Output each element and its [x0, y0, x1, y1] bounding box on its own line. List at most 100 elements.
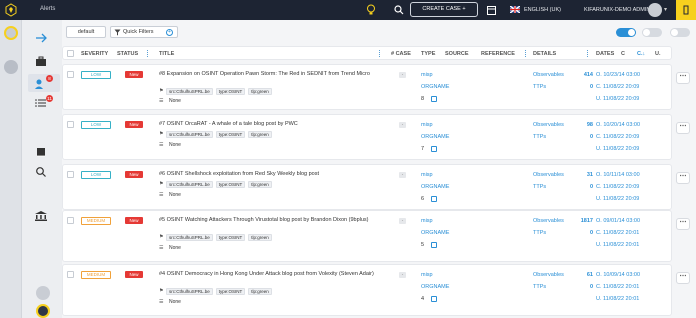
- header-details[interactable]: DETAILS: [533, 51, 556, 57]
- observables-link[interactable]: Observables: [533, 172, 564, 178]
- avatar[interactable]: [648, 3, 662, 17]
- header-reference[interactable]: REFERENCE: [481, 51, 515, 57]
- tag: src:CthulhuSPRL.be: [166, 234, 213, 241]
- chevron-down-icon[interactable]: ▾: [664, 6, 667, 13]
- custom-fields-value: None: [169, 192, 181, 198]
- auto-refresh-toggle[interactable]: [616, 28, 636, 37]
- row-checkbox[interactable]: [67, 121, 74, 128]
- alert-title[interactable]: #7 OSINT OrcaRAT - A whale of a tale blo…: [159, 121, 385, 129]
- arrow-right-icon[interactable]: [34, 32, 48, 44]
- table-row[interactable]: LOW New #7 OSINT OrcaRAT - A whale of a …: [62, 114, 672, 160]
- header-dates-o[interactable]: C: [621, 51, 625, 57]
- alert-title[interactable]: #4 OSINT Democracy in Hong Kong Under At…: [159, 271, 385, 279]
- observables-link[interactable]: Observables: [533, 218, 564, 224]
- case-button[interactable]: -: [399, 122, 406, 128]
- org-avatar[interactable]: [4, 60, 18, 74]
- date-updated: U. 11/08/22 20:09: [596, 146, 640, 152]
- date-created: C. 11/08/22 20:09: [596, 184, 640, 190]
- header-severity[interactable]: SEVERITY: [81, 51, 108, 57]
- header-case[interactable]: # CASE: [391, 51, 411, 57]
- brand-corner-button[interactable]: [676, 0, 696, 20]
- date-created: C. 11/08/22 20:01: [596, 284, 640, 290]
- case-button[interactable]: -: [399, 72, 406, 78]
- alert-title[interactable]: #8 Expansion on OSINT Operation Pawn Sto…: [159, 71, 385, 79]
- external-link-icon[interactable]: [431, 242, 437, 248]
- observables-link[interactable]: Observables: [533, 122, 564, 128]
- row-checkbox[interactable]: [67, 171, 74, 178]
- row-actions-button[interactable]: ⋯: [676, 122, 690, 134]
- header-status[interactable]: STATUS: [117, 51, 138, 57]
- row-checkbox[interactable]: [67, 217, 74, 224]
- filter-preset-select[interactable]: default: [66, 26, 106, 38]
- status-badge: New: [125, 171, 143, 178]
- help-icon[interactable]: [36, 304, 50, 318]
- chat-icon[interactable]: [36, 286, 50, 300]
- row-actions-button[interactable]: ⋯: [676, 172, 690, 184]
- tag: type:OSINT: [215, 181, 246, 188]
- observables-link[interactable]: Observables: [533, 72, 564, 78]
- header-source[interactable]: SOURCE: [445, 51, 469, 57]
- ttps-link[interactable]: TTPs: [533, 84, 546, 90]
- select-all-checkbox[interactable]: [67, 50, 74, 57]
- table-row[interactable]: MEDIUM New #4 OSINT Democracy in Hong Ko…: [62, 264, 672, 316]
- alert-type: misp: [421, 272, 433, 278]
- observables-count: 1817: [580, 218, 593, 224]
- toggle-2[interactable]: [642, 28, 662, 37]
- book-icon[interactable]: [34, 146, 48, 158]
- alert-title[interactable]: #5 OSINT Watching Attackers Through Viru…: [159, 217, 385, 225]
- row-actions-button[interactable]: ⋯: [676, 218, 690, 230]
- ttps-link[interactable]: TTPs: [533, 284, 546, 290]
- row-actions-button[interactable]: ⋯: [676, 272, 690, 284]
- header-dates-u[interactable]: U.: [655, 51, 661, 57]
- sidebar-item-tasks[interactable]: 11: [28, 94, 60, 110]
- bank-icon[interactable]: [34, 210, 48, 222]
- logo-icon[interactable]: [4, 3, 18, 17]
- create-case-button[interactable]: CREATE CASE +: [410, 2, 478, 17]
- header-type[interactable]: TYPE: [421, 51, 435, 57]
- search-icon[interactable]: [394, 5, 404, 15]
- case-button[interactable]: -: [399, 172, 406, 178]
- quick-filters-button[interactable]: Quick Filters +: [110, 26, 178, 38]
- header-dates[interactable]: DATES: [596, 51, 614, 57]
- custom-fields-value: None: [169, 245, 181, 251]
- page-title: Alerts: [40, 6, 56, 12]
- date-updated: U. 11/08/22 20:09: [596, 96, 640, 102]
- severity-badge: LOW: [81, 71, 111, 79]
- ttps-link[interactable]: TTPs: [533, 184, 546, 190]
- avatar[interactable]: [4, 26, 18, 40]
- external-link-icon[interactable]: [431, 196, 437, 202]
- external-link-icon[interactable]: [431, 296, 437, 302]
- case-button[interactable]: -: [399, 218, 406, 224]
- table-row[interactable]: LOW New #6 OSINT Shellshock exploitation…: [62, 164, 672, 210]
- alerts-badge: 8: [46, 75, 53, 82]
- case-button[interactable]: -: [399, 272, 406, 278]
- alert-source: ORGNAME: [421, 84, 450, 90]
- briefcase-icon[interactable]: [34, 56, 48, 68]
- table-row[interactable]: MEDIUM New #5 OSINT Watching Attackers T…: [62, 210, 672, 262]
- observables-link[interactable]: Observables: [533, 272, 564, 278]
- row-actions-button[interactable]: ⋯: [676, 72, 690, 84]
- search-nav-icon[interactable]: [34, 166, 48, 178]
- alert-type: misp: [421, 218, 433, 224]
- uk-flag-icon[interactable]: [510, 6, 520, 13]
- row-checkbox[interactable]: [67, 271, 74, 278]
- row-checkbox[interactable]: [67, 71, 74, 78]
- tag: type:OSINT: [215, 88, 246, 95]
- date-updated: U. 11/08/22 20:09: [596, 196, 640, 202]
- table-row[interactable]: LOW New #8 Expansion on OSINT Operation …: [62, 64, 672, 110]
- ttps-link[interactable]: TTPs: [533, 134, 546, 140]
- alert-title[interactable]: #6 OSINT Shellshock exploitation from Re…: [159, 171, 385, 179]
- alert-source: ORGNAME: [421, 134, 450, 140]
- external-link-icon[interactable]: [431, 96, 437, 102]
- external-link-icon[interactable]: [431, 146, 437, 152]
- lightbulb-icon[interactable]: [366, 4, 376, 16]
- toggle-3[interactable]: [670, 28, 690, 37]
- header-dates-c[interactable]: C.↓: [637, 51, 645, 57]
- calendar-icon[interactable]: [487, 5, 496, 15]
- sidebar-item-alerts[interactable]: 8: [28, 74, 60, 92]
- user-menu[interactable]: KIFARUNIX-DEMO ADMIN: [584, 7, 650, 13]
- ttps-link[interactable]: TTPs: [533, 230, 546, 236]
- header-title[interactable]: TITLE: [159, 51, 174, 57]
- app-rail: [0, 20, 22, 318]
- language-selector[interactable]: ENGLISH (UK): [524, 7, 561, 13]
